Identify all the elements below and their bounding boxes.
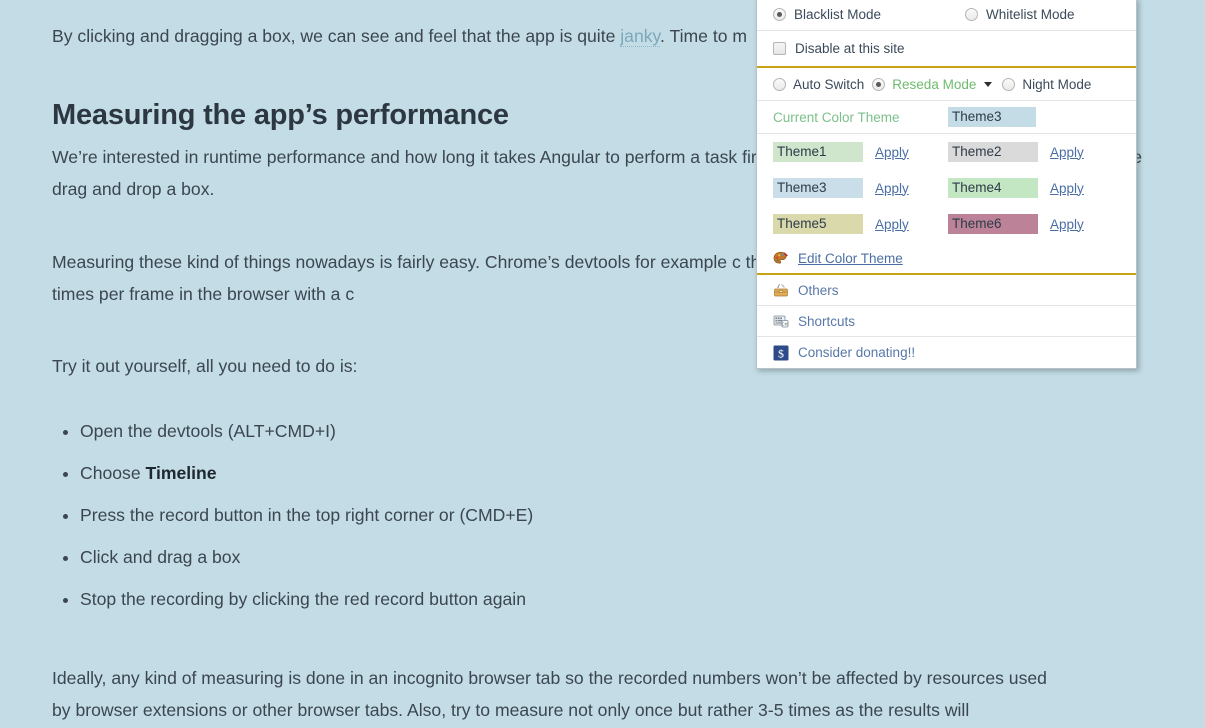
extension-popup-panel: Blacklist Mode Whitelist Mode Disable at… <box>756 0 1137 369</box>
intro-text-after: . Time to m <box>660 26 748 46</box>
list-item: Press the record button in the top right… <box>80 504 533 526</box>
menu-item-label: Consider donating!! <box>798 345 916 360</box>
radio-off-icon <box>965 7 978 21</box>
theme-cell-4: Theme4 Apply <box>948 178 1120 198</box>
menu-item-label: Others <box>798 282 839 298</box>
checkbox-disable-at-this-site[interactable]: Disable at this site <box>773 41 905 56</box>
radio-whitelist-mode[interactable]: Whitelist Mode <box>965 7 1075 22</box>
current-color-theme-label: Current Color Theme <box>773 109 900 125</box>
radio-blacklist-mode[interactable]: Blacklist Mode <box>773 7 965 22</box>
switch-mode-row: Auto Switch Reseda Mode Night Mode <box>757 68 1136 101</box>
theme-swatch-5: Theme5 <box>773 214 863 234</box>
list-item-text: Open the devtools (ALT+CMD+I) <box>80 421 336 441</box>
current-color-theme-value: Theme3 <box>948 107 1036 127</box>
keyboard-icon: Ctrl <box>773 315 789 328</box>
night-mode-label: Night Mode <box>1022 76 1092 92</box>
list-item: Open the devtools (ALT+CMD+I) <box>80 420 533 442</box>
radio-off-icon <box>1002 77 1016 91</box>
list-item-text: Choose <box>80 463 146 483</box>
theme-cell-2: Theme2 Apply <box>948 142 1120 162</box>
apply-theme-6-link[interactable]: Apply <box>1050 217 1084 232</box>
radio-whitelist-label: Whitelist Mode <box>986 6 1075 22</box>
menu-item-label: Shortcuts <box>798 313 856 329</box>
list-item: Choose Timeline <box>80 462 533 484</box>
chevron-down-icon[interactable] <box>984 81 993 87</box>
theme-swatch-6: Theme6 <box>948 214 1038 234</box>
dollar-badge-icon: $ <box>773 345 789 360</box>
paragraph-ideally: Ideally, any kind of measuring is done i… <box>52 668 1047 720</box>
apply-theme-3-link[interactable]: Apply <box>875 181 909 196</box>
apply-theme-1-link[interactable]: Apply <box>875 145 909 160</box>
intro-text-before: By clicking and dragging a box, we can s… <box>52 26 621 46</box>
toolbox-icon <box>774 284 788 297</box>
menu-item-consider-donating[interactable]: $ Consider donating!! <box>757 337 1136 368</box>
menu-item-label: Edit Color Theme <box>798 251 903 266</box>
list-item-bold: Timeline <box>145 463 217 483</box>
current-color-theme-row: Current Color Theme Theme3 <box>757 101 1136 134</box>
menu-item-shortcuts[interactable]: Ctrl Shortcuts <box>757 306 1136 337</box>
radio-night-mode[interactable]: Night Mode <box>1002 77 1091 92</box>
theme-cell-6: Theme6 Apply <box>948 214 1120 234</box>
radio-reseda-mode[interactable]: Reseda Mode <box>872 77 976 92</box>
mode-row: Blacklist Mode Whitelist Mode <box>757 0 1136 31</box>
page-heading: Measuring the app’s performance <box>52 99 509 131</box>
palette-icon <box>773 251 788 264</box>
theme-swatch-3: Theme3 <box>773 178 863 198</box>
radio-on-icon <box>773 7 786 21</box>
checkbox-unchecked-icon <box>773 42 786 55</box>
svg-text:$: $ <box>778 346 784 360</box>
theme-cell-5: Theme5 Apply <box>773 214 948 234</box>
list-item: Stop the recording by clicking the red r… <box>80 588 533 610</box>
menu-item-edit-color-theme[interactable]: Edit Color Theme <box>757 244 1136 275</box>
radio-auto-switch[interactable]: Auto Switch <box>773 77 864 92</box>
list-item-text: Click and drag a box <box>80 547 241 567</box>
radio-on-icon <box>872 77 886 91</box>
theme-cell-1: Theme1 Apply <box>773 142 948 162</box>
radio-blacklist-label: Blacklist Mode <box>794 6 882 22</box>
reseda-mode-label: Reseda Mode <box>892 76 977 92</box>
apply-theme-2-link[interactable]: Apply <box>1050 145 1084 160</box>
theme-swatch-1: Theme1 <box>773 142 863 162</box>
list-item: Click and drag a box <box>80 546 533 568</box>
apply-theme-4-link[interactable]: Apply <box>1050 181 1084 196</box>
list-item-text: Stop the recording by clicking the red r… <box>80 589 526 609</box>
theme-grid: Theme1 Apply Theme2 Apply Theme3 Apply T… <box>757 134 1136 244</box>
theme-cell-3: Theme3 Apply <box>773 178 948 198</box>
disable-site-row: Disable at this site <box>757 31 1136 68</box>
theme-swatch-2: Theme2 <box>948 142 1038 162</box>
steps-list: Open the devtools (ALT+CMD+I) Choose Tim… <box>52 420 533 630</box>
theme-swatch-4: Theme4 <box>948 178 1038 198</box>
radio-off-icon <box>773 77 786 91</box>
apply-theme-5-link[interactable]: Apply <box>875 217 909 232</box>
disable-at-this-site-label: Disable at this site <box>795 41 905 56</box>
janky-link[interactable]: janky <box>620 26 661 47</box>
menu-item-others[interactable]: Others <box>757 275 1136 306</box>
list-item-text: Press the record button in the top right… <box>80 505 534 525</box>
auto-switch-label: Auto Switch <box>793 76 865 92</box>
svg-text:Ctrl: Ctrl <box>782 321 789 326</box>
